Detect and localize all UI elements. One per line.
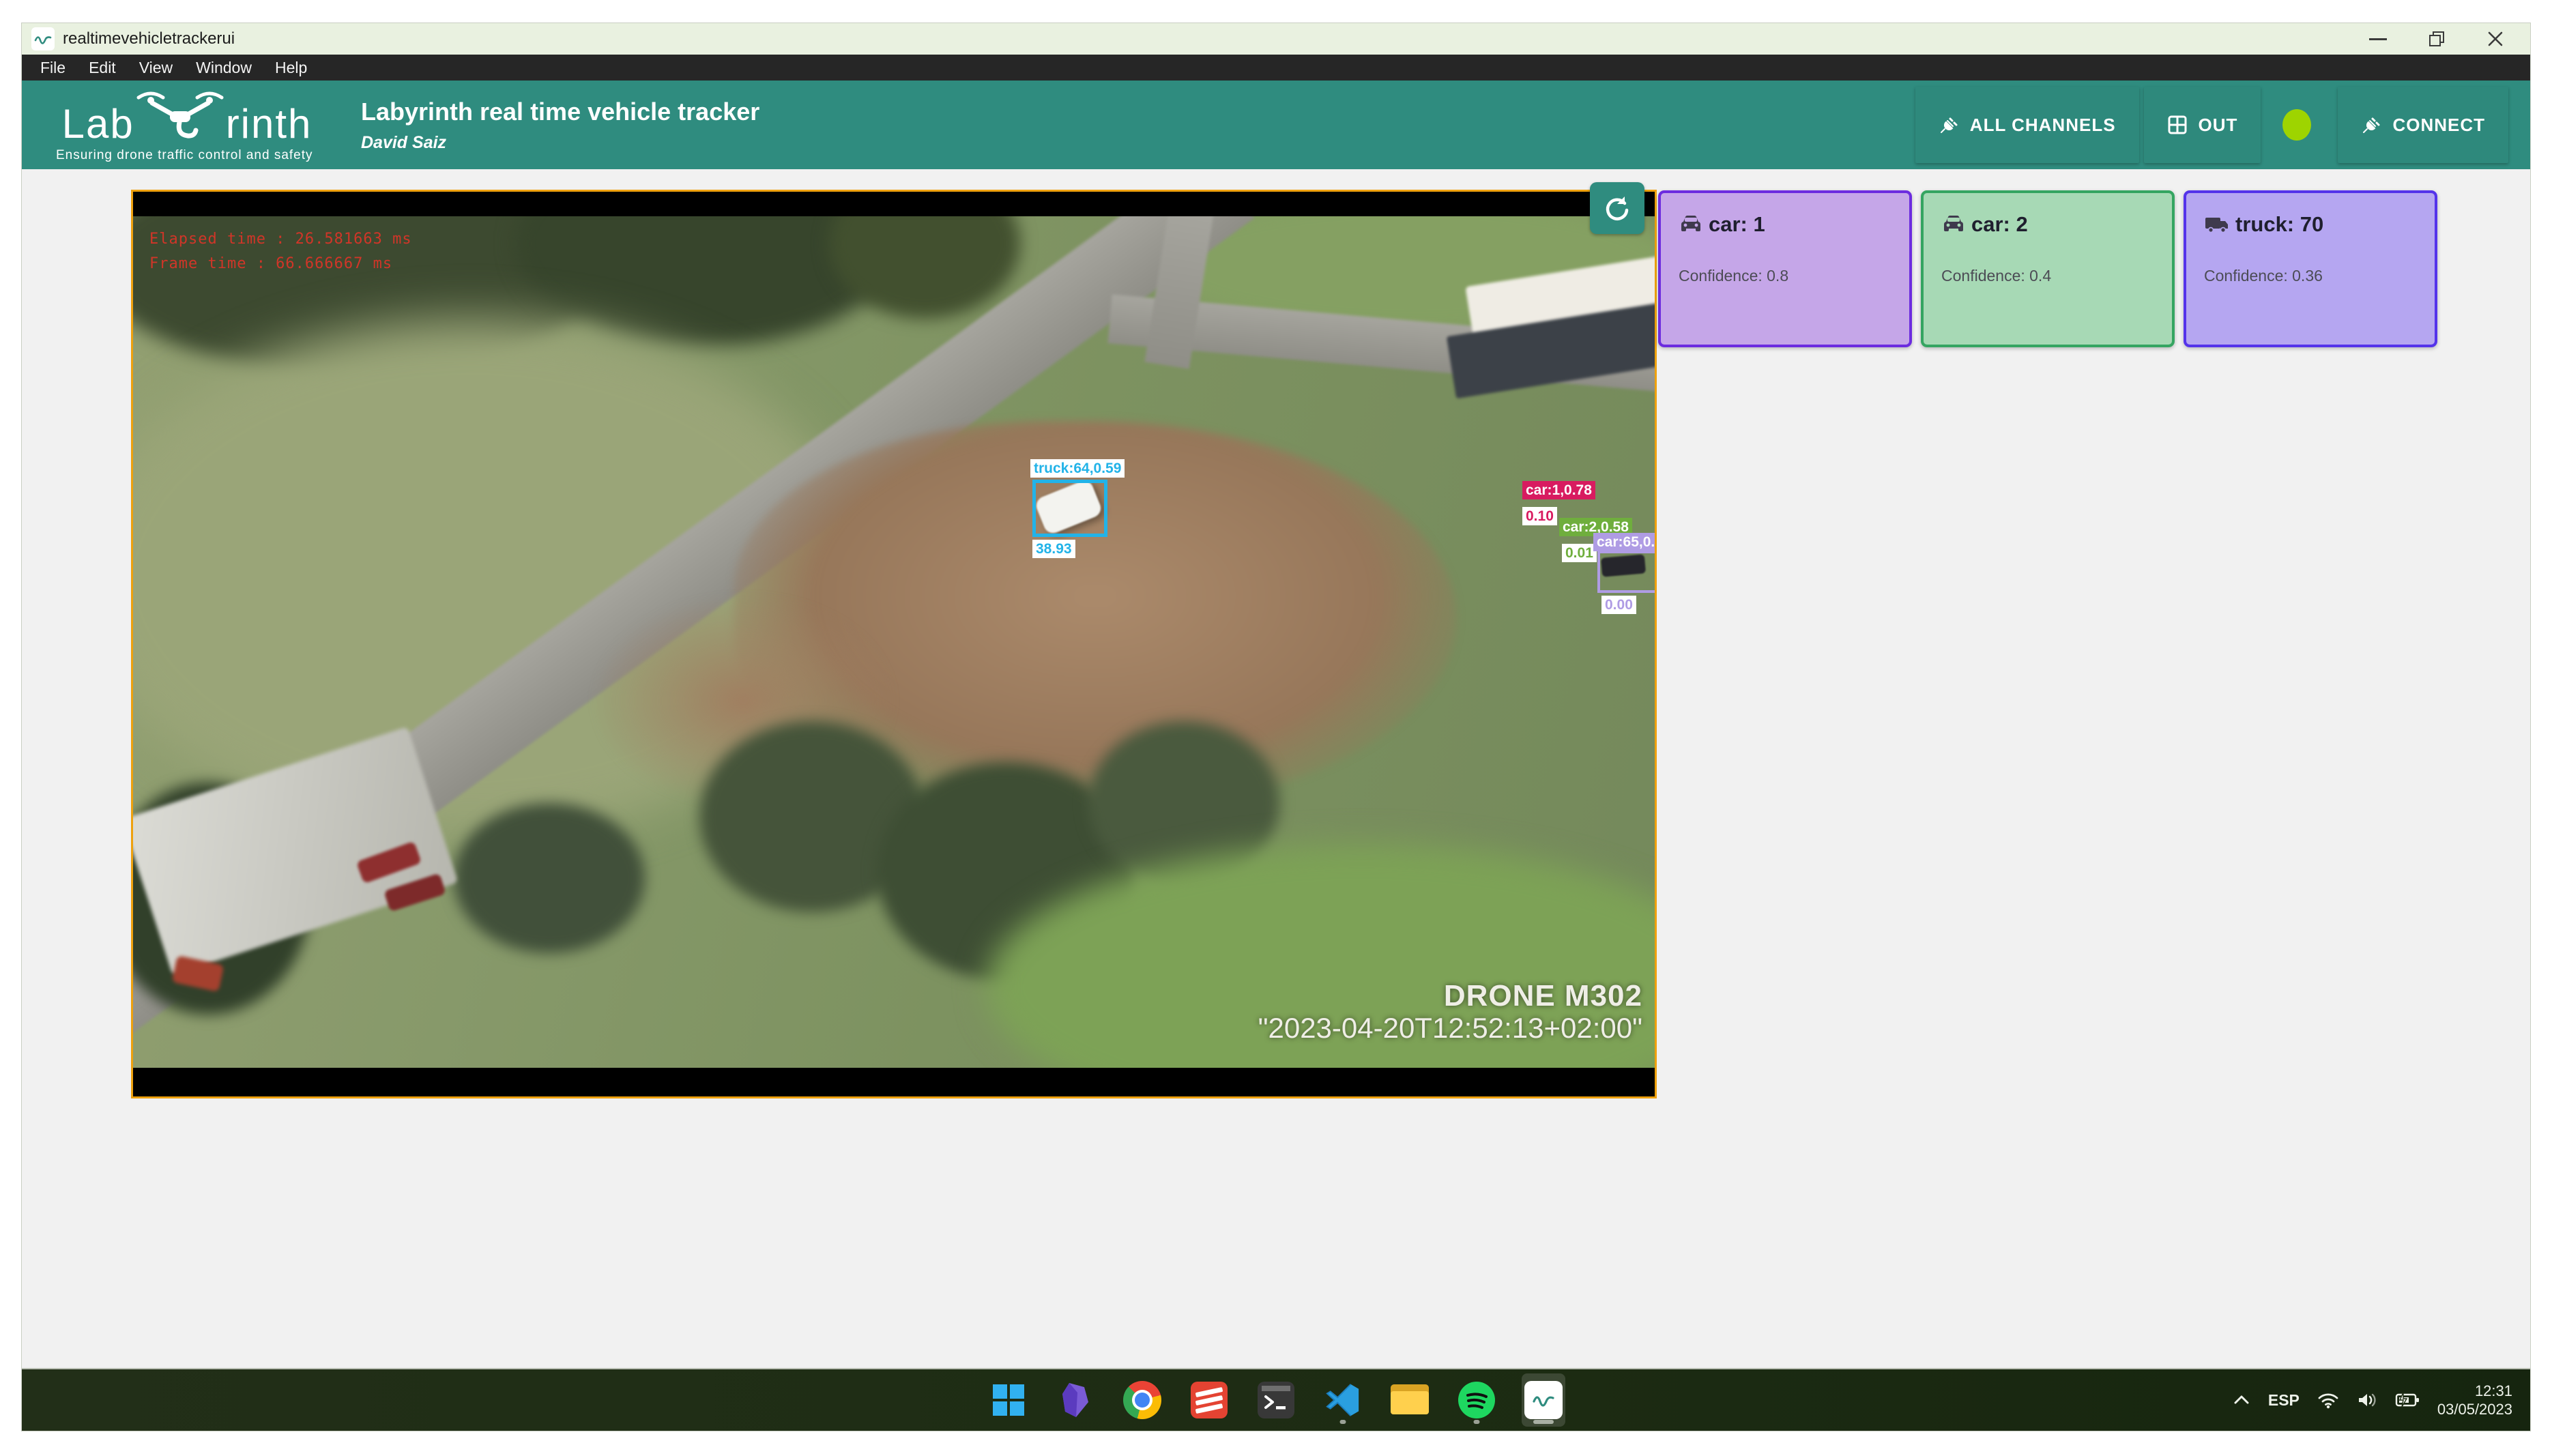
refresh-button[interactable]: [1590, 182, 1644, 234]
menu-view[interactable]: View: [128, 59, 184, 77]
header-actions: ALL CHANNELS OUT CONNECT: [1906, 81, 2512, 169]
connect-button[interactable]: CONNECT: [2338, 87, 2508, 163]
page-subtitle: David Saiz: [361, 133, 759, 153]
restore-icon: [2429, 31, 2444, 46]
detection-car65-score: 0.00: [1601, 596, 1636, 614]
grid-icon: [2167, 115, 2188, 135]
labyrinth-logo: Lab rinth Ensuring drone traffic control…: [50, 87, 323, 163]
terminal-icon[interactable]: [1254, 1373, 1298, 1427]
app-window: realtimevehicletrackerui File Edit View …: [22, 23, 2530, 1431]
page-title: Labyrinth real time vehicle tracker: [361, 98, 759, 126]
menu-edit[interactable]: Edit: [77, 59, 128, 77]
app-header: Lab rinth Ensuring drone traffic control…: [22, 81, 2530, 169]
desktop: realtimevehicletrackerui File Edit View …: [0, 0, 2552, 1456]
letterbox-bottom: [133, 1068, 1655, 1096]
window-title: realtimevehicletrackerui: [63, 29, 235, 48]
menu-help[interactable]: Help: [263, 59, 319, 77]
card-confidence: Confidence: 0.8: [1679, 267, 1891, 285]
header-titles: Labyrinth real time vehicle tracker Davi…: [361, 98, 759, 153]
brand-tagline: Ensuring drone traffic control and safet…: [50, 148, 313, 163]
minimize-icon: [2369, 38, 2387, 40]
vehicle-tracker-app-icon[interactable]: [1522, 1373, 1565, 1427]
connection-status-dot: [2282, 109, 2311, 141]
card-label: car: 1: [1709, 212, 1765, 237]
menu-bar: File Edit View Window Help: [22, 55, 2530, 81]
truck-icon: [2204, 212, 2230, 237]
hud-stats: Elapsed time : 26.581663 ms Frame time :…: [149, 227, 412, 276]
windows-start-icon[interactable]: [987, 1373, 1030, 1427]
detection-truck-score: 38.93: [1032, 540, 1075, 558]
out-button[interactable]: OUT: [2144, 87, 2261, 163]
plug-icon: [2361, 115, 2381, 135]
card-car-2[interactable]: car: 2 Confidence: 0.4: [1921, 190, 2175, 347]
vscode-icon[interactable]: [1321, 1373, 1365, 1427]
active-window-indicator: [1533, 1420, 1554, 1424]
hud-elapsed-time: Elapsed time : 26.581663 ms: [149, 227, 412, 252]
main-content: Elapsed time : 26.581663 ms Frame time :…: [22, 169, 2530, 1368]
tray-time: 12:31: [2437, 1382, 2512, 1400]
window-titlebar: realtimevehicletrackerui: [22, 23, 2530, 55]
app-icon: [31, 27, 55, 50]
timestamp-overlay: "2023-04-20T12:52:13+02:00": [1258, 1012, 1642, 1045]
tray-chevron-up-icon[interactable]: [2233, 1393, 2250, 1407]
wifi-icon[interactable]: [2317, 1391, 2339, 1409]
running-indicator: [1340, 1420, 1346, 1424]
detection-car65-box: [1597, 551, 1655, 593]
language-indicator[interactable]: ESP: [2268, 1391, 2300, 1410]
drone-logo-icon: [136, 87, 224, 144]
todoist-icon[interactable]: [1187, 1373, 1231, 1427]
close-icon: [2487, 31, 2504, 47]
card-confidence: Confidence: 0.36: [2204, 267, 2417, 285]
card-car-1[interactable]: car: 1 Confidence: 0.8: [1658, 190, 1912, 347]
connect-label: CONNECT: [2392, 115, 2485, 136]
detection-car1-score: 0.10: [1522, 507, 1557, 525]
detection-truck-label: truck:64,0.59: [1030, 459, 1125, 478]
out-label: OUT: [2199, 115, 2238, 136]
tray-date: 03/05/2023: [2437, 1400, 2512, 1418]
brand-text-right: rinth: [226, 106, 313, 143]
window-controls: [2349, 23, 2525, 55]
drone-id-overlay: DRONE M302: [1444, 979, 1642, 1013]
card-confidence: Confidence: 0.4: [1941, 267, 2154, 285]
battery-charging-icon[interactable]: [2395, 1392, 2420, 1408]
car-icon: [1941, 212, 1966, 237]
taskbar-icons: [987, 1369, 1565, 1431]
chrome-icon[interactable]: [1120, 1373, 1164, 1427]
card-label: car: 2: [1971, 212, 2028, 237]
aerial-scene: Elapsed time : 26.581663 ms Frame time :…: [133, 216, 1655, 1068]
video-player: Elapsed time : 26.581663 ms Frame time :…: [131, 190, 1657, 1098]
plug-icon: [1939, 115, 1959, 135]
card-label: truck: 70: [2235, 212, 2323, 237]
file-explorer-icon[interactable]: [1388, 1373, 1432, 1427]
all-channels-label: ALL CHANNELS: [1970, 115, 2116, 136]
speaker-icon[interactable]: [2357, 1391, 2377, 1409]
drone-wave-glyph: [34, 30, 52, 48]
minimize-button[interactable]: [2349, 23, 2407, 55]
detection-car2-score: 0.01: [1562, 544, 1597, 562]
scene-tree-cluster: [454, 803, 645, 953]
detection-cards: car: 1 Confidence: 0.8 car: 2 Confidence…: [1658, 190, 2437, 347]
taskbar: ESP 12:31 03/05/2023: [22, 1368, 2530, 1431]
detection-car1-label: car:1,0.78: [1522, 481, 1595, 499]
detection-car65-label: car:65,0.4: [1593, 533, 1655, 551]
system-tray: ESP 12:31 03/05/2023: [2233, 1369, 2530, 1431]
hud-frame-time: Frame time : 66.666667 ms: [149, 252, 412, 276]
letterbox-top: [133, 192, 1655, 216]
restore-button[interactable]: [2407, 23, 2466, 55]
menu-window[interactable]: Window: [184, 59, 263, 77]
all-channels-button[interactable]: ALL CHANNELS: [1915, 87, 2139, 163]
close-button[interactable]: [2466, 23, 2525, 55]
detection-truck-box: [1032, 480, 1107, 537]
menu-file[interactable]: File: [29, 59, 77, 77]
car-icon: [1679, 212, 1703, 237]
running-indicator: [1474, 1420, 1480, 1424]
obsidian-icon[interactable]: [1054, 1373, 1097, 1427]
refresh-icon: [1602, 193, 1632, 223]
spotify-icon[interactable]: [1455, 1373, 1498, 1427]
card-truck-70[interactable]: truck: 70 Confidence: 0.36: [2184, 190, 2437, 347]
taskbar-clock[interactable]: 12:31 03/05/2023: [2437, 1382, 2512, 1418]
brand-text-left: Lab: [62, 106, 134, 143]
